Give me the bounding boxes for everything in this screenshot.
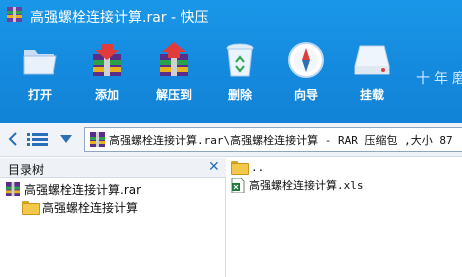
tree-item-label: 高强螺栓连接计算 — [42, 200, 139, 215]
tree-header: 目录树 ✕ — [0, 158, 226, 178]
tree-item-folder[interactable]: 高强螺栓连接计算 — [22, 198, 138, 216]
list-item-label: .. — [251, 160, 265, 174]
chevron-down-icon[interactable] — [60, 135, 72, 143]
tree-item-archive[interactable]: 高强螺栓连接计算.rar — [6, 180, 141, 198]
close-icon[interactable]: ✕ — [208, 159, 220, 175]
delete-label: 删除 — [227, 88, 252, 102]
view-list-button[interactable] — [26, 131, 50, 147]
mount-button[interactable]: 挂载 — [342, 36, 402, 106]
rar-archive-icon — [6, 182, 20, 196]
extract-archive-icon — [160, 42, 188, 76]
address-path: 高强螺栓连接计算.rar\高强螺栓连接计算 - RAR 压缩包 ,大小 87 — [109, 134, 453, 147]
address-row: 高强螺栓连接计算.rar\高强螺栓连接计算 - RAR 压缩包 ,大小 87 — [0, 123, 462, 157]
delete-button[interactable]: 删除 — [210, 36, 270, 106]
chevron-left-icon — [8, 132, 17, 146]
title-bar: 高强螺栓连接计算.rar - 快压 — [0, 0, 462, 32]
tree-title: 目录树 — [8, 163, 45, 177]
folder-up-icon — [231, 161, 249, 175]
tree-item-label: 高强螺栓连接计算.rar — [24, 182, 142, 197]
app-icon — [7, 7, 22, 22]
excel-file-icon — [231, 177, 245, 193]
add-archive-icon — [93, 44, 121, 76]
file-list: .. 高强螺栓连接计算.xls — [227, 158, 462, 277]
list-item-parent[interactable]: .. — [231, 158, 264, 176]
drive-icon — [354, 45, 390, 75]
wizard-button[interactable]: 向导 — [276, 36, 336, 106]
extract-label: 解压到 — [155, 88, 192, 102]
toolbar: 打开 添加 解压到 删除 向导 挂载 十年 — [0, 36, 462, 106]
open-button[interactable]: 打开 — [10, 36, 70, 106]
list-icon — [27, 133, 48, 146]
folder-icon — [22, 201, 40, 215]
add-button[interactable]: 添加 — [77, 36, 137, 106]
rar-archive-icon — [90, 132, 105, 147]
address-bar[interactable]: 高强螺栓连接计算.rar\高强螺栓连接计算 - RAR 压缩包 ,大小 87 — [84, 127, 462, 152]
add-label: 添加 — [94, 88, 119, 102]
tree-panel: 目录树 ✕ 高强螺栓连接计算.rar 高强螺栓连接计算 — [0, 158, 226, 277]
open-folder-icon — [23, 50, 57, 75]
open-label: 打开 — [27, 88, 52, 102]
wizard-label: 向导 — [293, 88, 318, 102]
list-item-xls[interactable]: 高强螺栓连接计算.xls — [231, 176, 364, 194]
list-item-label: 高强螺栓连接计算.xls — [249, 179, 364, 192]
recycle-bin-icon — [226, 43, 254, 77]
window-title: 高强螺栓连接计算.rar - 快压 — [30, 10, 209, 26]
extract-button[interactable]: 解压到 — [144, 36, 204, 106]
back-button[interactable] — [6, 131, 20, 147]
brand-text: 十年磨 — [416, 71, 462, 87]
toolbar-band: 高强螺栓连接计算.rar - 快压 打开 添加 解压到 删除 向导 挂载 十年 — [0, 0, 462, 123]
compass-icon — [288, 42, 324, 78]
mount-label: 挂载 — [359, 88, 384, 102]
